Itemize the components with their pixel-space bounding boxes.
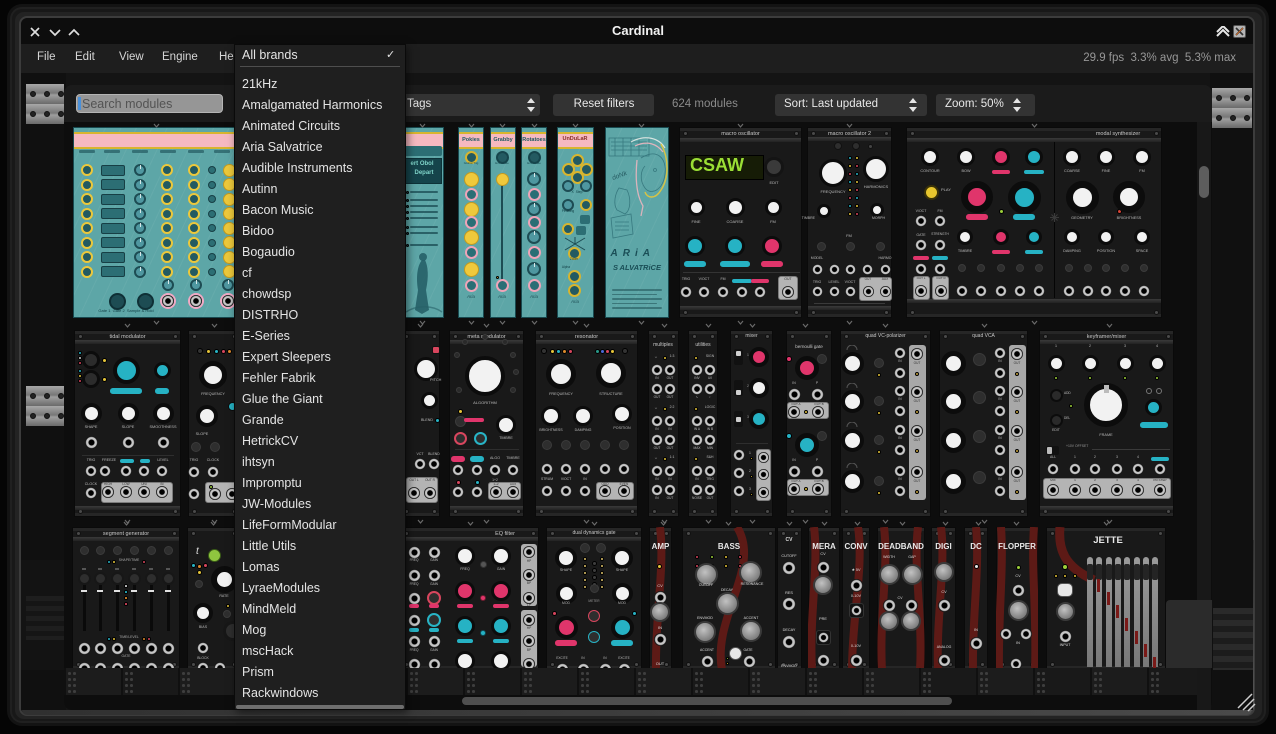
svg-text:doNk: doNk — [611, 170, 628, 182]
